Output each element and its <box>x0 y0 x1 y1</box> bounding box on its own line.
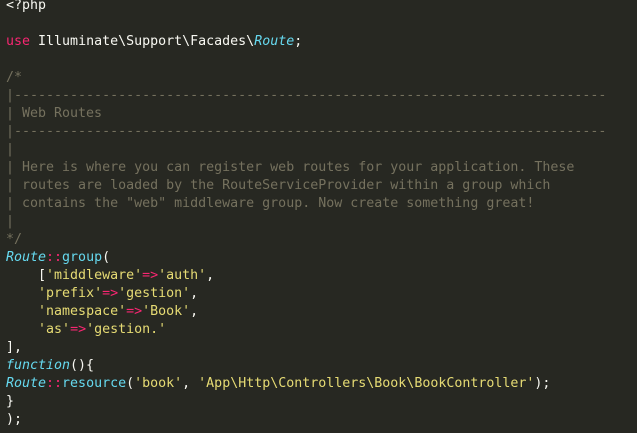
code-token-plain: ; <box>294 34 303 49</box>
code-token-string: 'App\Http\Controllers\Book\BookControlle… <box>198 376 535 391</box>
code-line[interactable]: | contains the "web" middleware group. N… <box>6 195 606 213</box>
code-token-comment: | contains the "web" middleware group. N… <box>6 196 535 211</box>
code-token-comment: | routes are loaded by the RouteServiceP… <box>6 178 551 193</box>
code-token-plain: ); <box>6 412 23 427</box>
code-token-comment: | <box>6 142 15 157</box>
code-line[interactable]: */ <box>6 231 606 249</box>
code-token-string: 'namespace' <box>38 304 127 319</box>
code-token-plain: ); <box>534 376 551 391</box>
code-line[interactable]: Route::group( <box>6 249 606 267</box>
code-token-string: 'Book' <box>142 304 191 319</box>
code-token-class: Route <box>6 376 47 391</box>
code-line[interactable]: use Illuminate\Support\Facades\Route; <box>6 33 606 51</box>
code-token-string: 'gestion.' <box>86 322 167 337</box>
code-line[interactable]: | Here is where you can register web rou… <box>6 159 606 177</box>
code-line[interactable]: ['middleware'=>'auth', <box>6 267 606 285</box>
code-token-comment: | Web Routes <box>6 106 103 121</box>
code-token-string: 'middleware' <box>46 268 143 283</box>
code-editor[interactable]: <?php use Illuminate\Support\Facades\Rout… <box>0 0 637 433</box>
code-token-op: => <box>102 286 119 301</box>
code-token-comment: |---------------------------------------… <box>6 88 607 103</box>
code-token-string: 'gestion' <box>118 286 191 301</box>
code-line[interactable]: function(){ <box>6 357 606 375</box>
code-token-op: => <box>142 268 159 283</box>
code-token-comment: | Here is where you can register web rou… <box>6 160 575 175</box>
code-token-method: group <box>62 250 103 265</box>
code-token-plain: (){ <box>70 358 95 373</box>
code-token-string: 'book' <box>134 376 183 391</box>
code-line[interactable]: ], <box>6 339 606 357</box>
code-line[interactable]: |---------------------------------------… <box>6 87 606 105</box>
code-token-comment: | <box>6 214 15 229</box>
code-line[interactable] <box>6 15 606 33</box>
code-token-op: => <box>126 304 143 319</box>
code-line[interactable]: /* <box>6 69 606 87</box>
code-line[interactable]: <?php <box>6 0 606 15</box>
code-token-string: 'prefix' <box>38 286 103 301</box>
code-line[interactable]: 'namespace'=>'Book', <box>6 303 606 321</box>
code-line[interactable]: ); <box>6 411 606 429</box>
code-view[interactable]: <?php use Illuminate\Support\Facades\Rout… <box>6 0 606 429</box>
code-line[interactable]: |---------------------------------------… <box>6 123 606 141</box>
code-token-string: 'as' <box>38 322 71 337</box>
code-token-plain: ], <box>6 340 23 355</box>
code-line[interactable]: 'as'=>'gestion.' <box>6 321 606 339</box>
code-token-comment: |---------------------------------------… <box>6 124 607 139</box>
code-token-op: :: <box>46 250 63 265</box>
code-token-class: Route <box>254 34 295 49</box>
code-token-plain: , <box>182 376 199 391</box>
code-token-plain: , <box>190 304 199 319</box>
code-token-plain: } <box>6 394 15 409</box>
code-token-plain: [ <box>6 268 47 283</box>
code-line[interactable]: } <box>6 393 606 411</box>
code-token-keyword: use <box>6 34 31 49</box>
code-line[interactable]: | routes are loaded by the RouteServiceP… <box>6 177 606 195</box>
code-line[interactable]: 'prefix'=>'gestion', <box>6 285 606 303</box>
code-line[interactable]: | <box>6 141 606 159</box>
code-token-op: :: <box>46 376 63 391</box>
code-token-plain: Illuminate\Support\Facades\ <box>30 34 255 49</box>
code-token-op: => <box>70 322 87 337</box>
code-token-plain: ( <box>126 376 135 391</box>
code-token-plain: , <box>206 268 215 283</box>
code-token-class: function <box>6 358 71 373</box>
code-token-comment: /* <box>6 70 23 85</box>
code-token-method: resource <box>62 376 127 391</box>
code-line[interactable] <box>6 51 606 69</box>
code-token-plain: , <box>190 286 199 301</box>
code-token-comment: */ <box>6 232 23 247</box>
code-token-plain: ( <box>102 250 111 265</box>
code-token-string: 'auth' <box>158 268 207 283</box>
code-token-class: Route <box>6 250 47 265</box>
code-line[interactable]: | Web Routes <box>6 105 606 123</box>
code-line[interactable]: Route::resource('book', 'App\Http\Contro… <box>6 375 606 393</box>
code-token-plain: <?php <box>6 0 47 13</box>
code-line[interactable]: | <box>6 213 606 231</box>
